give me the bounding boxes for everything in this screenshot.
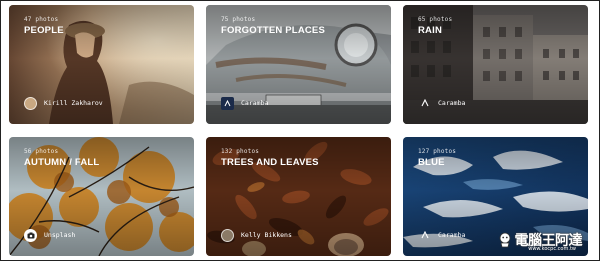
collection-title: PEOPLE (24, 25, 64, 36)
collection-title: RAIN (418, 25, 443, 36)
collection-card-trees-and-leaves[interactable]: 132 photos TREES AND LEAVES Kelly Bikken… (206, 137, 391, 256)
author-name: Kelly Bikkens (241, 231, 292, 239)
collection-card-rain[interactable]: 65 photos RAIN Caramba (403, 5, 588, 124)
collection-title: TREES AND LEAVES (221, 157, 319, 168)
mascot-icon (499, 232, 510, 248)
avatar (24, 96, 37, 110)
collection-title: FORGOTTEN PLACES (221, 25, 326, 36)
photo-count: 75 photos (221, 16, 256, 23)
collection-title: BLUE (418, 157, 445, 168)
author-name: Caramba (438, 231, 466, 239)
caramba-logo-icon (418, 97, 431, 110)
collection-card-autumn-fall[interactable]: 56 photos AUTUMN / FALL Unsplash (9, 137, 194, 256)
watermark-url: www.kocpc.com.tw (528, 246, 576, 252)
caramba-logo-icon (418, 229, 431, 242)
collection-card-people[interactable]: 47 photos PEOPLE Kirill Zakharov (9, 5, 194, 124)
collection-author[interactable]: Caramba (418, 228, 465, 242)
collection-author[interactable]: Caramba (221, 96, 268, 110)
collection-author[interactable]: Kirill Zakharov (24, 96, 103, 110)
caramba-logo-icon (221, 96, 234, 110)
collection-title: AUTUMN / FALL (24, 157, 100, 168)
photo-count: 132 photos (221, 148, 260, 155)
author-name: Unsplash (44, 231, 76, 239)
author-name: Caramba (438, 99, 466, 107)
avatar (221, 228, 234, 242)
photo-count: 56 photos (24, 148, 59, 155)
collection-author[interactable]: Kelly Bikkens (221, 228, 292, 242)
photo-count: 47 photos (24, 16, 59, 23)
collection-card-forgotten-places[interactable]: 75 photos FORGOTTEN PLACES Caramba (206, 5, 391, 124)
author-name: Caramba (241, 99, 269, 107)
collection-card-blue[interactable]: 127 photos BLUE Caramba 電腦王阿達 www.kocpc.… (403, 137, 588, 256)
photo-count: 127 photos (418, 148, 457, 155)
photo-count: 65 photos (418, 16, 453, 23)
camera-icon (24, 228, 37, 242)
collection-author[interactable]: Unsplash (24, 228, 75, 242)
author-name: Kirill Zakharov (44, 99, 103, 107)
collection-author[interactable]: Caramba (418, 96, 465, 110)
